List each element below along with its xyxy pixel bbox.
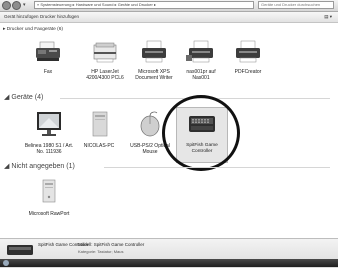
- back-button[interactable]: [2, 1, 11, 10]
- device-item-fax[interactable]: Fax: [28, 40, 68, 75]
- printer-icon: [142, 40, 166, 63]
- device-label: Microsoft RawPort: [28, 211, 70, 217]
- address-bar: ▾ « Systemsteuerung ▸ Hardware und Sound…: [0, 0, 338, 12]
- search-input[interactable]: Geräte und Drucker durchsuchen: [258, 1, 334, 9]
- fax-icon: [36, 41, 60, 61]
- section-header-devices[interactable]: ◢ Geräte (4): [4, 93, 43, 101]
- device-label: Belinea 1980 S1 / Art. No. 111936: [24, 143, 74, 155]
- printer-icon: [93, 42, 117, 63]
- game-controller-icon: [7, 245, 33, 255]
- device-label: Microsoft XPS Document Writer: [135, 69, 173, 81]
- mouse-icon: [140, 111, 160, 137]
- device-item-pdfcreator[interactable]: PDFCreator: [226, 40, 270, 75]
- add-printer-button[interactable]: Drucker hinzufügen: [40, 13, 79, 21]
- device-item-nas001pr[interactable]: nas001pr auf Nas001: [180, 40, 222, 81]
- device-item-hp-laserjet[interactable]: HP LaserJet 4200/4300 PCL6: [82, 40, 128, 81]
- printer-icon: [186, 40, 213, 63]
- details-model: Modell: SpitFish Game Controller: [78, 242, 145, 247]
- device-item-microsoft-rawport[interactable]: Microsoft RawPort: [28, 178, 70, 217]
- add-device-button[interactable]: Gerät hinzufügen: [4, 13, 39, 21]
- device-label: PDFCreator: [234, 69, 262, 75]
- monitor-icon: [37, 112, 61, 136]
- printer-icon: [236, 40, 260, 63]
- device-item-belinea-monitor[interactable]: Belinea 1980 S1 / Art. No. 111936: [24, 110, 74, 155]
- details-category: Kategorie: Tastatur; Maus: [78, 249, 124, 254]
- device-item-nicolas-pc[interactable]: NICOLAS-PC: [76, 110, 122, 149]
- section-divider: [104, 167, 330, 168]
- device-label: Fax: [43, 69, 53, 75]
- taskbar: [0, 259, 338, 267]
- device-label: nas001pr auf Nas001: [186, 69, 216, 81]
- device-label: NICOLAS-PC: [83, 143, 115, 149]
- command-bar: Gerät hinzufügen Drucker hinzufügen ▤ ▾: [0, 12, 338, 23]
- collapse-triangle-icon[interactable]: ◢: [4, 162, 9, 170]
- view-options-icon[interactable]: ▤ ▾: [324, 14, 332, 20]
- section-header-unspecified[interactable]: ◢ Nicht angegeben (1): [4, 162, 75, 170]
- recent-pages-chevron-icon[interactable]: ▾: [23, 2, 26, 8]
- device-icon: [42, 179, 56, 203]
- collapse-triangle-icon[interactable]: ◢: [4, 93, 9, 101]
- highlight-circle: [162, 95, 240, 171]
- device-item-xps-writer[interactable]: Microsoft XPS Document Writer: [130, 40, 178, 81]
- start-button[interactable]: [3, 260, 9, 266]
- forward-button[interactable]: [12, 1, 21, 10]
- section-header-printers[interactable]: ▸ Drucker und Faxgeräte (6): [3, 27, 63, 32]
- breadcrumb[interactable]: « Systemsteuerung ▸ Hardware und Sound ▸…: [34, 1, 254, 9]
- device-label: HP LaserJet 4200/4300 PCL6: [86, 69, 124, 81]
- computer-icon: [92, 111, 108, 137]
